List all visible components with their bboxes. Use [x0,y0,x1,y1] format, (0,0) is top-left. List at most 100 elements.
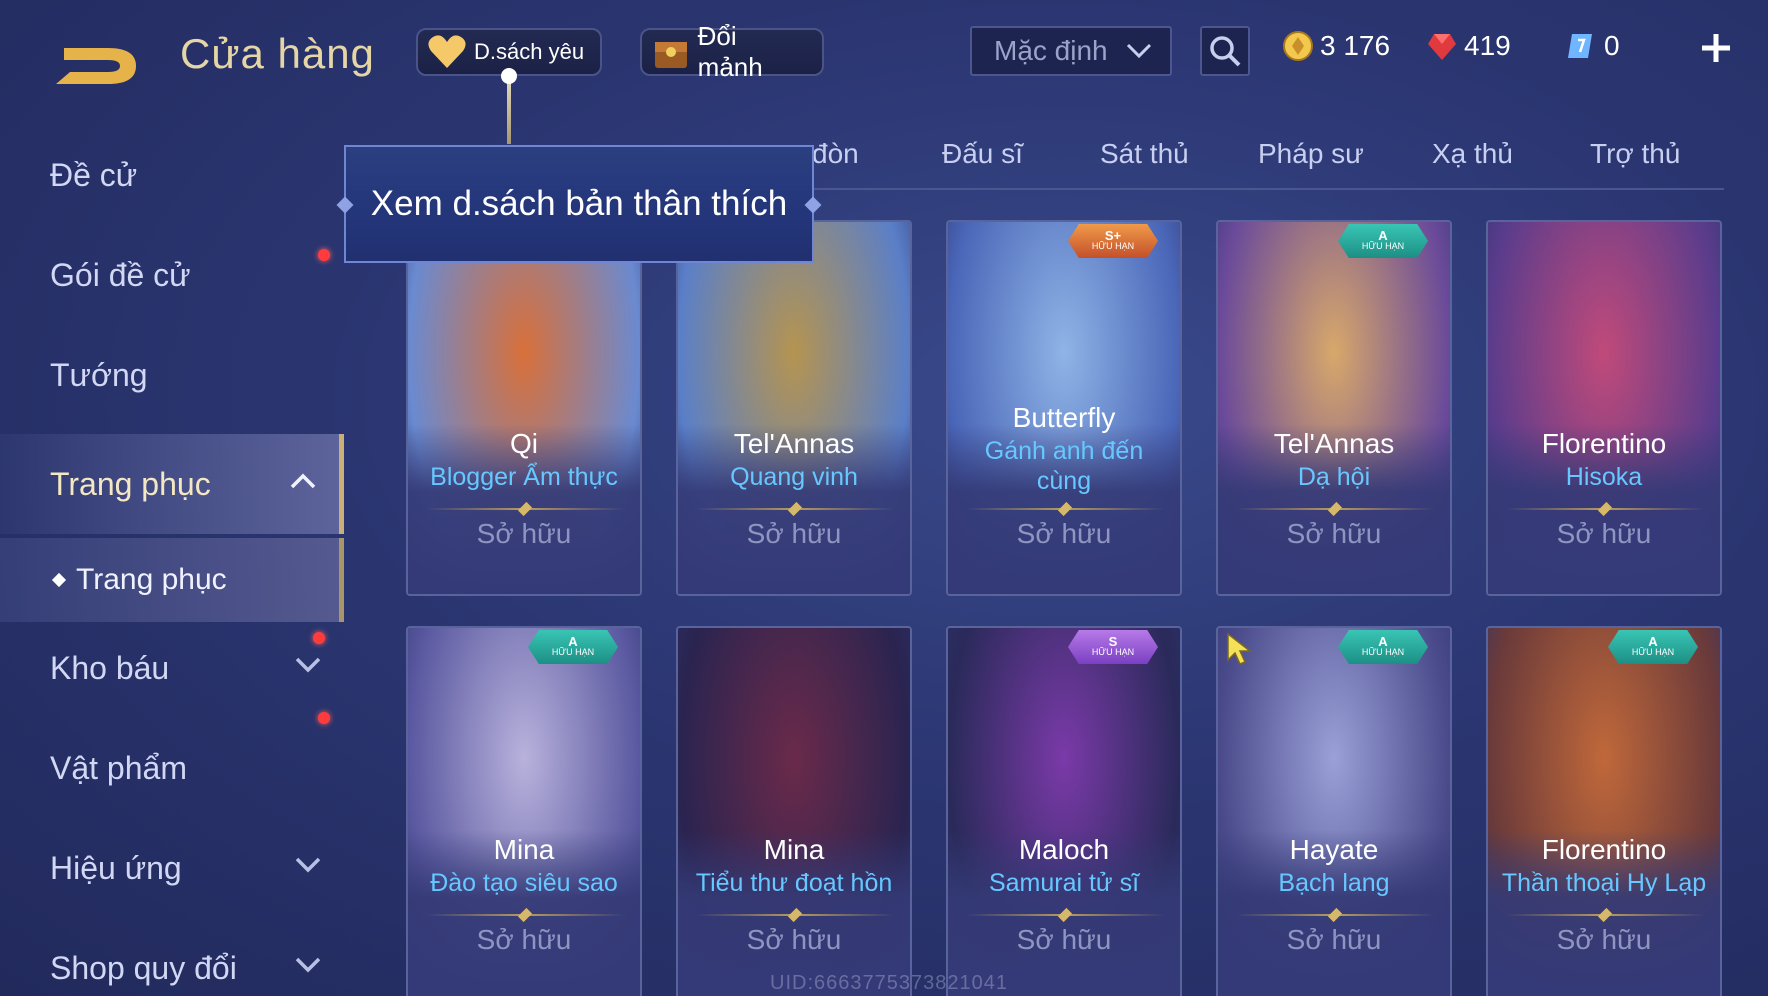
sidebar-item-treasure[interactable]: Kho báu [0,618,344,724]
ruby-amount: 419 [1464,30,1511,61]
voucher-amount: 0 [1604,30,1620,61]
skin-name: Tiểu thư đoạt hồn [695,869,893,897]
tab-mage[interactable]: Pháp sư [1258,138,1364,170]
page-title: Cửa hàng [180,30,375,77]
owned-status: Sở hữu [746,924,842,955]
rank-badge: A HỮU HẠN [1338,224,1428,258]
sidebar-item-heroes[interactable]: Tướng [0,325,344,425]
skin-card[interactable]: A HỮU HẠN Tel'Annas Dạ hội Sở hữu [1216,220,1452,596]
owned-status: Sở hữu [746,518,842,549]
sidebar-item-label: Gói đề cử [50,256,191,293]
rank-badge-text: HỮU HẠN [1361,241,1405,251]
hero-name: Florentino [1541,834,1667,865]
sidebar-item-label: Kho báu [50,649,170,686]
card-divider [1236,508,1434,510]
gold-amount: 3 176 [1320,30,1391,61]
hero-name: Mina [493,834,555,865]
card-divider [696,914,894,916]
tab-tank[interactable]: đòn [812,138,859,170]
hero-name: Florentino [1541,428,1667,459]
owned-status: Sở hữu [1016,518,1112,549]
tab-fighter[interactable]: Đấu sĩ [942,138,1023,170]
card-divider [426,508,624,510]
card-divider [426,914,624,916]
skin-card[interactable]: Mina Tiểu thư đoạt hồn Sở hữu [676,626,912,996]
rank-badge: A HỮU HẠN [1608,630,1698,664]
sidebar-item-label: Vật phẩm [50,749,187,786]
rank-badge-grade: A [1648,634,1658,649]
gold-currency: 3 176 [1282,30,1390,62]
sidebar-subitem-skins[interactable]: Trang phục [0,538,344,644]
rank-badge: S HỮU HẠN [1068,630,1158,664]
chevron-down-icon [295,857,321,873]
chevron-down-icon [295,957,321,973]
hero-name: Maloch [1018,834,1110,865]
sidebar-item-label: Đề cử [50,156,138,193]
skin-name: Bạch lang [1278,869,1390,897]
heart-icon [426,33,468,71]
sidebar-item-skins[interactable]: Trang phục [0,434,344,534]
sidebar: Đề cử Gói đề cử Tướng Trang phục Trang p… [0,120,346,996]
skin-name: Blogger Ẩm thực [430,463,618,491]
sidebar-item-label: Tướng [50,356,148,393]
skin-name: Gánh anh đến cùng [984,437,1144,495]
skin-card[interactable]: Florentino Hisoka Sở hữu [1486,220,1722,596]
sidebar-item-recommended[interactable]: Đề cử [0,125,344,261]
mouse-pointer-icon [1227,632,1253,665]
owned-status: Sở hữu [1286,518,1382,549]
top-bar: Cửa hàng D.sách yêu Đổi mảnh Mặc định 3 … [0,0,1768,100]
sidebar-item-effects[interactable]: Hiệu ứng [0,818,344,918]
skin-card[interactable]: A HỮU HẠN Hayate Bạch lang Sở hữu [1216,626,1452,996]
rank-badge-text: HỮU HẠN [1091,647,1135,657]
gold-coin-icon [1283,31,1313,61]
rank-badge-grade: A [1378,228,1388,243]
skin-card[interactable]: Tel'Annas Quang vinh Sở hữu [676,220,912,596]
ruby-gem-icon [1428,34,1456,60]
rank-badge-text: HỮU HẠN [1091,241,1135,251]
skin-name: Hisoka [1565,463,1643,491]
skin-grid: Qi Blogger Ẩm thực Sở hữu Tel'Annas Quang vi… [406,220,1726,996]
sidebar-item-recommended-bundles[interactable]: Gói đề cử [0,225,344,325]
skin-card[interactable]: S+ HỮU HẠN Butterfly Gánh anh đến cùng Sở hữ… [946,220,1182,596]
rank-badge: A HỮU HẠN [528,630,618,664]
card-divider [1236,914,1434,916]
search-icon [1210,36,1241,67]
skin-card[interactable]: A HỮU HẠN Florentino Thần thoại Hy Lạp Sở hữ… [1486,626,1722,996]
voucher-currency: 0 [1566,30,1620,62]
hero-name: Tel'Annas [1273,428,1395,459]
shard-exchange-button[interactable]: Đổi mảnh [640,21,824,82]
voucher-ticket-icon [1568,34,1592,58]
sort-dropdown-value: Mặc định [994,35,1108,66]
skin-name: Thần thoại Hy Lạp [1501,869,1707,897]
skin-card[interactable]: A HỮU HẠN Mina Đào tạo siêu sao Sở hữu [406,626,642,996]
chevron-up-icon [290,473,316,489]
card-divider [966,508,1164,510]
diamond-bullet-icon [51,572,67,588]
skin-name: Samurai tử sĩ [988,869,1140,897]
tab-support[interactable]: Trợ thủ [1590,138,1680,170]
sidebar-item-items[interactable]: Vật phẩm [0,718,344,818]
search-button[interactable] [1200,26,1250,76]
favorites-list-label: D.sách yêu [474,39,585,64]
rank-badge-text: HỮU HẠN [1631,647,1675,657]
skin-name: Dạ hội [1297,463,1371,491]
tab-assassin[interactable]: Sát thủ [1100,138,1189,170]
add-currency-plus-icon[interactable] [1696,28,1736,68]
card-divider [696,508,894,510]
skin-card[interactable]: S HỮU HẠN Maloch Samurai tử sĩ Sở hữu [946,626,1182,996]
hero-name: Mina [763,834,825,865]
skin-card[interactable]: Qi Blogger Ẩm thực Sở hữu [406,220,642,596]
card-divider [966,914,1164,916]
sort-dropdown[interactable]: Mặc định [970,26,1172,76]
ruby-currency: 419 [1426,30,1511,62]
sidebar-item-exchange-shop[interactable]: Shop quy đổi [0,918,344,996]
tab-marksman[interactable]: Xạ thủ [1432,138,1513,170]
hero-name: Tel'Annas [733,428,855,459]
back-arrow-icon[interactable] [50,28,142,88]
owned-status: Sở hữu [1556,518,1652,549]
skin-name: Đào tạo siêu sao [430,869,618,897]
tooltip-text: Xem d.sách bản thân thích [370,184,788,223]
treasure-chest-icon [650,33,692,71]
favorites-tooltip: Xem d.sách bản thân thích [344,145,814,263]
rank-badge-text: HỮU HẠN [551,647,595,657]
